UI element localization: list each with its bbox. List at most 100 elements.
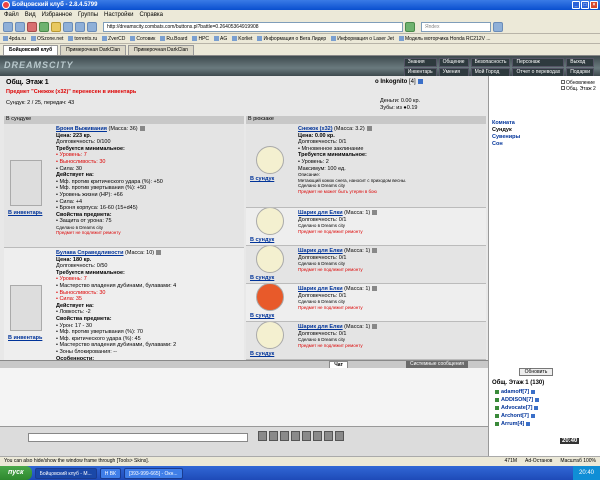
- item-property: Цена: 180 кр.: [56, 256, 92, 263]
- item-property: Максимум: 100 ед.: [298, 165, 346, 172]
- sound-icon[interactable]: [324, 431, 333, 441]
- player-entry[interactable]: adamoff[7]: [495, 388, 539, 396]
- player-info-icon[interactable]: [534, 405, 539, 410]
- room-link[interactable]: Сон: [492, 141, 520, 148]
- maximize-button[interactable]: □: [581, 1, 589, 9]
- browser-tab[interactable]: Бойцовский клуб: [3, 45, 59, 55]
- menu-item[interactable]: Вид: [25, 12, 36, 18]
- home-icon[interactable]: [51, 21, 61, 32]
- item-name[interactable]: Булава Справедливости: [56, 250, 124, 256]
- game-nav-item[interactable]: Общение: [438, 58, 469, 67]
- game-nav-item[interactable]: Безопасность: [470, 58, 511, 67]
- go-icon[interactable]: [405, 21, 415, 32]
- user-name[interactable]: Inkognito: [380, 79, 407, 85]
- player-info-icon[interactable]: [535, 397, 540, 402]
- bookmark-link[interactable]: Модель моторчика Honda RC212V ...: [399, 36, 491, 42]
- player-info-icon[interactable]: [530, 413, 535, 418]
- to-inventory-link[interactable]: В инвентарь: [8, 210, 42, 216]
- item-action-icon[interactable]: [372, 286, 378, 292]
- close-button[interactable]: ×: [590, 1, 598, 9]
- item-name[interactable]: Шарик для Елки: [298, 286, 343, 292]
- item-name[interactable]: Шарик для Елки: [298, 210, 343, 216]
- taskbar-task[interactable]: Бойцовский клуб - M...: [34, 467, 97, 479]
- menu-item[interactable]: Группы: [78, 12, 98, 18]
- menu-item[interactable]: Настройки: [104, 12, 133, 18]
- bookmark-link[interactable]: AG: [214, 36, 227, 42]
- item-image: [10, 285, 42, 331]
- minimize-button[interactable]: _: [572, 1, 580, 9]
- emoticon-icon[interactable]: [258, 431, 267, 441]
- game-nav-item[interactable]: Знания: [403, 58, 437, 67]
- bookmark-link[interactable]: 4pda.ru: [3, 36, 26, 42]
- item-action-icon[interactable]: [372, 324, 378, 330]
- favorites-icon[interactable]: [63, 21, 73, 32]
- zoom-level[interactable]: Масштаб 100%: [560, 457, 596, 466]
- to-chest-link[interactable]: В сундук: [250, 351, 274, 357]
- item-name[interactable]: Снежок (x32): [298, 126, 333, 132]
- search-input[interactable]: Яndex: [421, 21, 491, 32]
- to-chest-link[interactable]: В сундук: [250, 176, 274, 182]
- taskbar-task[interactable]: Н ВК: [99, 467, 121, 479]
- browser-tab[interactable]: Примерочная DarkClan: [60, 45, 127, 55]
- bookmark-link[interactable]: torrents.ru: [68, 36, 97, 42]
- bookmark-link[interactable]: HPC: [192, 36, 209, 42]
- settings-icon[interactable]: [291, 431, 300, 441]
- history-icon[interactable]: [75, 21, 85, 32]
- bookmark-link[interactable]: Информация о Вега Лидер: [257, 36, 326, 42]
- stop-icon[interactable]: [27, 21, 37, 32]
- item-name[interactable]: Шарик для Елки: [298, 324, 343, 330]
- refresh-button[interactable]: Обновить: [519, 368, 553, 376]
- game-nav-item[interactable]: Персонаж: [512, 58, 565, 67]
- room-link[interactable]: Сувениры: [492, 134, 520, 141]
- game-nav-item[interactable]: Выход: [566, 58, 594, 67]
- chat-input[interactable]: [28, 433, 248, 442]
- item-action-icon[interactable]: [156, 250, 162, 256]
- menu-item[interactable]: Файл: [4, 12, 19, 18]
- bookmark-link[interactable]: ZverCD: [102, 36, 125, 42]
- translit-icon[interactable]: [302, 431, 311, 441]
- to-chest-link[interactable]: В сундук: [250, 313, 274, 319]
- bookmark-link[interactable]: Сотовик: [130, 36, 155, 42]
- item-action-icon[interactable]: [139, 126, 145, 132]
- browser-window: Бойцовский клуб - 2.8.4.5799 _ □ × Файл В…: [0, 0, 600, 480]
- sidebar-checkbox[interactable]: Общ. Этаж 2: [561, 86, 596, 92]
- clear-icon[interactable]: [269, 431, 278, 441]
- room-title: Общ. Этаж 1: [6, 79, 49, 86]
- taskbar-task[interactable]: [393-999-665] - Окн...: [123, 467, 183, 479]
- ad-blocker[interactable]: Ad-Останов: [525, 457, 552, 466]
- player-info-icon[interactable]: [531, 389, 536, 394]
- search-icon[interactable]: [493, 21, 503, 32]
- item-action-icon[interactable]: [366, 126, 372, 132]
- item-action-icon[interactable]: [372, 210, 378, 216]
- menu-item[interactable]: Избранное: [42, 12, 72, 18]
- forward-icon[interactable]: [15, 21, 25, 32]
- player-entry[interactable]: Arrum[4]: [495, 420, 539, 428]
- smiles-icon[interactable]: [313, 431, 322, 441]
- item-action-icon[interactable]: [372, 248, 378, 254]
- print-icon[interactable]: [87, 21, 97, 32]
- player-info-icon[interactable]: [526, 421, 531, 426]
- bookmark-link[interactable]: Информация о Laser Jet: [331, 36, 394, 42]
- room-link[interactable]: Комната: [492, 120, 520, 127]
- bookmark-link[interactable]: Korliet: [232, 36, 252, 42]
- exit-icon[interactable]: [335, 431, 344, 441]
- to-chest-link[interactable]: В сундук: [250, 237, 274, 243]
- filter-icon[interactable]: [280, 431, 289, 441]
- start-button[interactable]: пуск: [0, 466, 32, 480]
- player-entry[interactable]: Advocate[7]: [495, 404, 539, 412]
- address-bar[interactable]: http://dreamscity.combats.com/buttons.pl…: [103, 21, 403, 32]
- to-chest-link[interactable]: В сундук: [250, 275, 274, 281]
- player-entry[interactable]: ADDISON[7]: [495, 396, 540, 404]
- info-icon[interactable]: [417, 79, 423, 84]
- browser-tab[interactable]: Примерочная DarkClan: [128, 45, 195, 55]
- room-link[interactable]: Сундук: [492, 127, 520, 134]
- item-name[interactable]: Броня Выживания: [56, 126, 107, 132]
- player-entry[interactable]: Archont[7]: [495, 412, 539, 420]
- bookmark-link[interactable]: Ru.Board: [160, 36, 187, 42]
- item-name[interactable]: Шарик для Елки: [298, 248, 343, 254]
- refresh-icon[interactable]: [39, 21, 49, 32]
- bookmark-link[interactable]: OSzone.net: [31, 36, 63, 42]
- menu-item[interactable]: Справка: [139, 12, 163, 18]
- to-inventory-link[interactable]: В инвентарь: [8, 335, 42, 341]
- back-icon[interactable]: [3, 21, 13, 32]
